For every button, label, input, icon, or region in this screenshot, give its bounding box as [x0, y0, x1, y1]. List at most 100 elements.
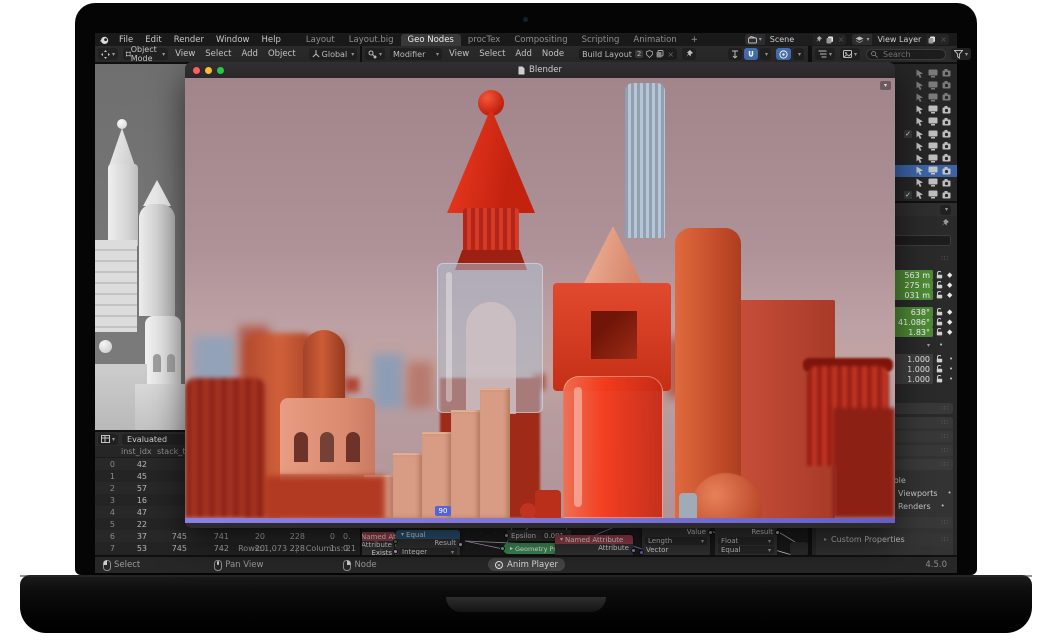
- menu-item[interactable]: Window: [210, 35, 256, 45]
- node-named-attribute-fragment[interactable]: Named Attribute Attribute Exists: [362, 532, 396, 555]
- animate-dot-icon[interactable]: •: [948, 489, 952, 497]
- window-titlebar[interactable]: Blender: [185, 62, 895, 78]
- node-menu-item[interactable]: Add: [510, 49, 536, 59]
- animate-dot-icon[interactable]: •: [941, 502, 945, 510]
- lock-icon[interactable]: [936, 355, 943, 363]
- workspace-tab[interactable]: procTex: [461, 34, 507, 46]
- node-group-name-field[interactable]: Build Layout 2 ×: [579, 48, 677, 60]
- socket-epsilon[interactable]: [504, 533, 509, 538]
- column-header[interactable]: stack_to: [157, 447, 187, 456]
- selectable-arrow-icon[interactable]: [916, 190, 924, 199]
- animate-dot-icon[interactable]: •: [949, 375, 953, 383]
- selectable-arrow-icon[interactable]: [916, 117, 924, 126]
- datatype-dropdown[interactable]: Integer▾: [399, 548, 457, 555]
- socket-result[interactable]: [458, 542, 463, 547]
- socket-b[interactable]: [393, 549, 398, 554]
- disable-in-render-icon[interactable]: [942, 93, 951, 101]
- disable-in-render-icon[interactable]: [942, 179, 951, 187]
- proportional-editing-icon[interactable]: [776, 48, 791, 60]
- search-input[interactable]: [881, 49, 941, 60]
- menu-item[interactable]: Help: [255, 35, 286, 45]
- selectable-arrow-icon[interactable]: [916, 130, 924, 139]
- unlink-node-group-icon[interactable]: ×: [667, 50, 674, 59]
- selectable-arrow-icon[interactable]: [916, 154, 924, 163]
- selectable-arrow-icon[interactable]: [916, 166, 924, 175]
- selectable-arrow-icon[interactable]: [916, 69, 924, 78]
- scene-icon[interactable]: ▾: [745, 34, 765, 45]
- selectable-arrow-icon[interactable]: [916, 81, 924, 90]
- timeline-scrubber[interactable]: [185, 518, 895, 523]
- socket-vector[interactable]: [639, 550, 644, 555]
- scene-name[interactable]: Scene: [765, 34, 813, 45]
- workspace-tab[interactable]: Animation: [626, 34, 683, 46]
- lock-icon[interactable]: [936, 318, 943, 326]
- disable-in-render-icon[interactable]: [942, 130, 951, 138]
- proportional-dropdown[interactable]: ▾: [793, 48, 804, 60]
- selectable-arrow-icon[interactable]: [916, 93, 924, 102]
- pin-node-group-icon[interactable]: [682, 48, 696, 60]
- snap-magnet-icon[interactable]: [744, 48, 758, 60]
- selectable-arrow-icon[interactable]: [916, 178, 924, 187]
- new-scene-icon[interactable]: [824, 36, 836, 44]
- disable-in-render-icon[interactable]: [942, 118, 951, 126]
- view-layer-selector[interactable]: ▾ View Layer ×: [852, 34, 949, 45]
- workspace-tab[interactable]: Layout.big: [342, 34, 401, 46]
- hide-in-viewport-icon[interactable]: [928, 142, 938, 151]
- outliner-search[interactable]: [866, 49, 946, 60]
- minimize-button[interactable]: [205, 67, 212, 74]
- hide-in-viewport-icon[interactable]: [928, 93, 938, 102]
- editor-type-spreadsheet-icon[interactable]: ▾: [98, 434, 118, 445]
- node-menu-item[interactable]: View: [444, 49, 474, 59]
- hide-in-viewport-icon[interactable]: [928, 130, 938, 139]
- mode-dropdown[interactable]: Object Mode▾: [123, 48, 168, 60]
- hide-in-viewport-icon[interactable]: [928, 117, 938, 126]
- animate-dot-icon[interactable]: •: [949, 365, 953, 373]
- keyframe-diamond-icon[interactable]: ◆: [947, 291, 952, 299]
- hide-in-viewport-icon[interactable]: [928, 178, 938, 187]
- disable-in-render-icon[interactable]: [942, 191, 951, 199]
- disable-in-render-icon[interactable]: [942, 167, 951, 175]
- pin-icon[interactable]: [813, 36, 824, 43]
- node-menu-item[interactable]: Select: [474, 49, 510, 59]
- keyframe-diamond-icon[interactable]: ◆: [947, 308, 952, 316]
- node-named-attribute[interactable]: ▾Named Attribute Attribute: [555, 535, 633, 555]
- keyframe-diamond-icon[interactable]: ◆: [947, 328, 952, 336]
- scene-selector[interactable]: ▾ Scene ×: [745, 34, 847, 45]
- menu-item[interactable]: Render: [168, 35, 210, 45]
- lock-icon[interactable]: [936, 271, 943, 279]
- lock-icon[interactable]: [936, 375, 943, 383]
- copy-node-group-icon[interactable]: [656, 50, 664, 58]
- node-menu-item[interactable]: Node: [537, 49, 569, 59]
- snap-target-icon[interactable]: [728, 48, 742, 60]
- socket-value[interactable]: [708, 530, 713, 535]
- socket-result[interactable]: [775, 530, 780, 535]
- hide-in-viewport-icon[interactable]: [928, 105, 938, 114]
- frame-indicator[interactable]: 90: [435, 506, 451, 516]
- lock-icon[interactable]: [936, 328, 943, 336]
- outliner-checkbox[interactable]: ✓: [904, 191, 912, 199]
- hide-in-viewport-icon[interactable]: [928, 81, 938, 90]
- viewport-menu-item[interactable]: View: [170, 49, 200, 59]
- hide-in-viewport-icon[interactable]: [928, 69, 938, 78]
- node-vector-math[interactable]: Value Length▾ Vector: [642, 528, 710, 555]
- unlink-scene-icon[interactable]: ×: [836, 35, 847, 44]
- render-result-window[interactable]: Blender: [185, 62, 895, 528]
- chevron-down-icon[interactable]: ▾: [880, 81, 891, 90]
- animate-dot-icon[interactable]: •: [949, 355, 953, 363]
- snapping-dropdown[interactable]: ▾: [760, 48, 771, 60]
- socket-geometry[interactable]: [500, 546, 505, 551]
- outliner-checkbox[interactable]: ✓: [904, 130, 912, 138]
- blender-logo-icon[interactable]: [99, 35, 109, 45]
- viewport-menu-item[interactable]: Select: [200, 49, 236, 59]
- node-equal[interactable]: ▾Equal Result Integer▾: [396, 530, 460, 555]
- filter-funnel-icon[interactable]: ▾: [951, 48, 971, 60]
- editor-type-node-icon[interactable]: ▾: [365, 48, 385, 60]
- operation-dropdown[interactable]: Length▾: [645, 537, 707, 545]
- lock-icon[interactable]: [936, 281, 943, 289]
- workspace-tab[interactable]: Compositing: [507, 34, 574, 46]
- disable-in-render-icon[interactable]: [942, 106, 951, 114]
- selectable-arrow-icon[interactable]: [916, 105, 924, 114]
- keyframe-diamond-icon[interactable]: ◆: [947, 271, 952, 279]
- panel-grip[interactable]: ∷∷: [941, 255, 947, 262]
- hide-in-viewport-icon[interactable]: [928, 166, 938, 175]
